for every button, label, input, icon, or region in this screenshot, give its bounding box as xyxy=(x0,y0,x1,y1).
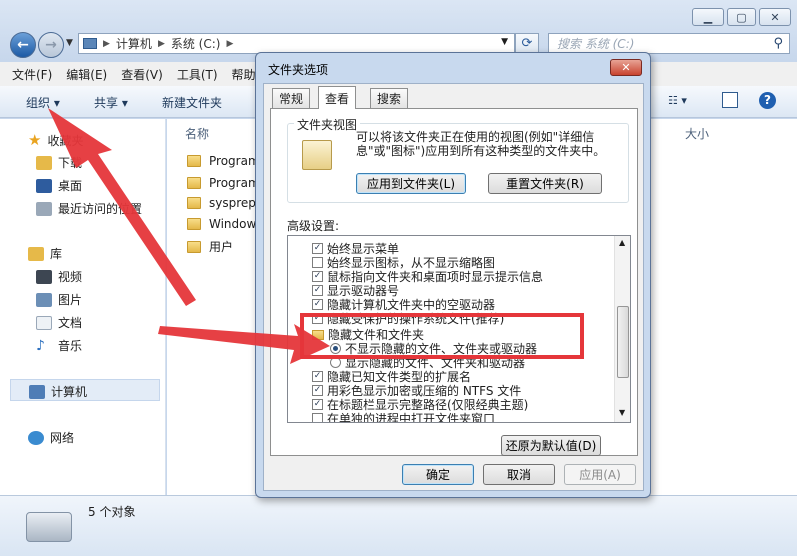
arrow-to-hidden-option xyxy=(158,324,330,364)
tab-view[interactable]: 查看 xyxy=(318,86,357,109)
annotation-arrows xyxy=(48,108,330,364)
arrow-to-organize xyxy=(48,108,196,306)
